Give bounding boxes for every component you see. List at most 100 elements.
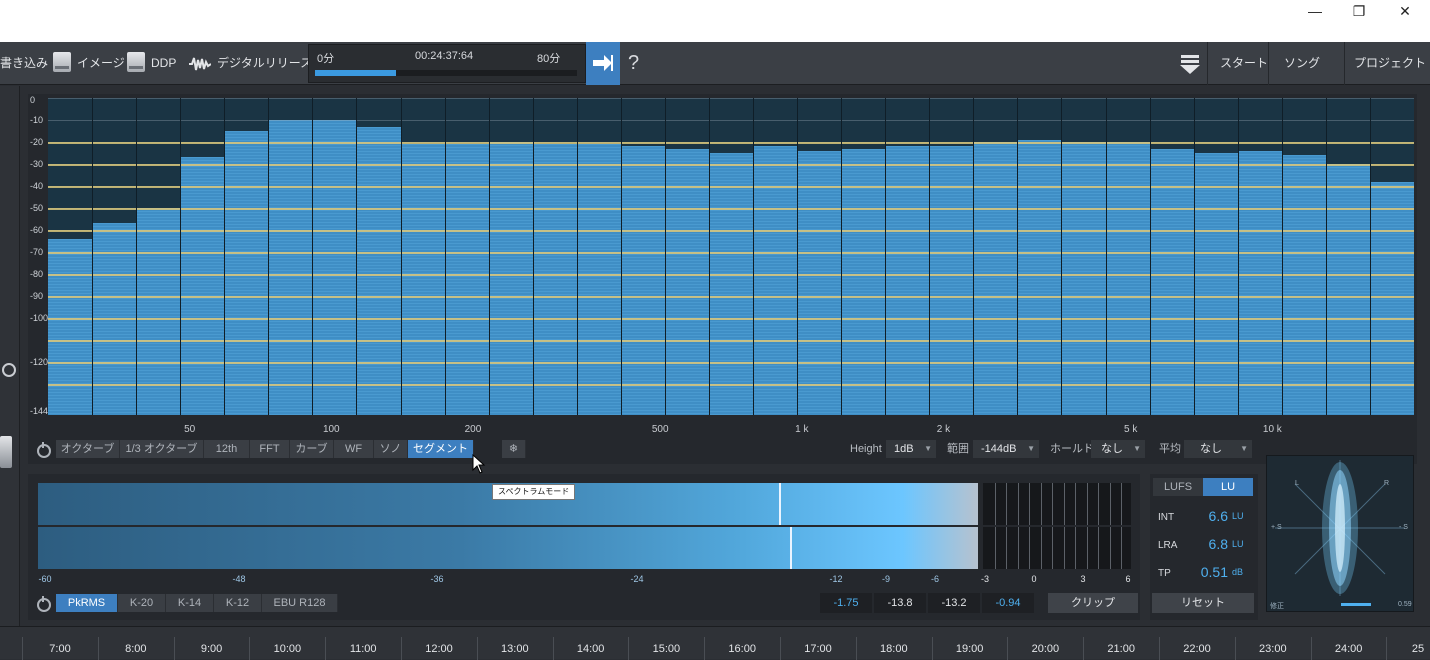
average-select[interactable]: なし	[1184, 440, 1252, 458]
meter-headroom-tick	[1017, 527, 1019, 569]
spectrum-mode-button[interactable]: ソノ	[374, 440, 408, 458]
tab-lufs[interactable]: LUFS	[1153, 478, 1203, 496]
spectrum-x-label: 50	[184, 424, 196, 435]
spectrum-y-label: 0	[30, 95, 36, 105]
spectrum-mode-button[interactable]: カーブ	[290, 440, 334, 458]
spectrum-mode-button[interactable]: オクターブ	[56, 440, 120, 458]
project-button[interactable]: プロジェクト▼	[1354, 42, 1430, 85]
meter-scale-label: -36	[430, 574, 444, 584]
clip-button[interactable]: クリップ	[1048, 593, 1138, 613]
meter-headroom-tick	[1040, 527, 1042, 569]
digital-release-label: デジタルリリース	[217, 56, 313, 70]
spectrum-bar	[1193, 153, 1238, 415]
average-label: 平均	[1159, 443, 1181, 455]
meter-mode-button[interactable]: EBU R128	[262, 594, 338, 612]
burn-button[interactable]: 書き込み	[0, 42, 48, 85]
spectrum-x-label: 200	[464, 424, 482, 435]
download-button[interactable]	[1178, 42, 1208, 85]
spectrum-gridline	[48, 98, 1414, 99]
timeline-tick	[97, 637, 99, 660]
spectrum-bar	[1369, 181, 1414, 415]
spectrum-mode-bar: オクターブ 1/3 オクターブ 12th FFT カーブ WF ソノ セグメント ❄ Heig…	[28, 438, 1417, 460]
timeline-tick	[1083, 637, 1085, 660]
meter-headroom-tick	[1052, 527, 1053, 569]
tp-value: 0.51	[1200, 564, 1228, 580]
minimize-button[interactable]: —	[1292, 0, 1338, 24]
timeline-tick	[552, 637, 554, 660]
reset-button[interactable]: リセット	[1152, 593, 1254, 613]
tp-unit: dB	[1232, 567, 1244, 577]
meter-headroom-tick	[1098, 483, 1099, 525]
fader-handle[interactable]	[0, 436, 12, 468]
spectrum-bar	[841, 148, 886, 415]
left-scroll-strip[interactable]	[0, 86, 20, 626]
int-label: INT	[1158, 512, 1175, 523]
spectrum-mode-button[interactable]: セグメント	[408, 440, 474, 458]
image-button[interactable]: イメージ	[53, 42, 125, 85]
phase-scope: L R + S - S 修正 0.59	[1266, 455, 1414, 612]
spectrum-band-separator	[1017, 98, 1019, 415]
clock-icon[interactable]	[2, 363, 16, 377]
spectrum-reference-line	[48, 164, 1414, 167]
timeline-ruler[interactable]: 7:00 8:00 9:00 10:00 11:00 12:00 13:00 14:00 15:…	[0, 626, 1430, 660]
spectrum-x-label: 5 k	[1124, 424, 1138, 435]
snowflake-icon[interactable]: ❄	[502, 440, 526, 458]
timeline-tick	[173, 637, 175, 660]
song-button[interactable]: ソング	[1284, 42, 1320, 85]
scope-r-label: R	[1384, 480, 1390, 487]
tab-lu[interactable]: LU	[1203, 478, 1253, 496]
title-bar: — ❐ ✕	[0, 0, 1430, 42]
meter-mode-button[interactable]: K-12	[214, 594, 262, 612]
spectrum-mode-button[interactable]: FFT	[250, 440, 290, 458]
spectrum-band-separator	[268, 98, 270, 415]
timeline-label: 20:00	[1031, 643, 1060, 655]
timeline-tick	[22, 637, 23, 660]
ddp-button[interactable]: DDP	[127, 42, 176, 85]
loudness-panel: LUFS LU INT 6.6 LU LRA 6.8 LU TP 0.51 dB…	[1150, 474, 1258, 620]
range-select[interactable]: -144dB	[973, 440, 1039, 458]
spectrum-mode-button[interactable]: 12th	[204, 440, 250, 458]
transport-end-label: 80分	[537, 53, 561, 65]
goniometer-display	[1275, 460, 1405, 606]
meter-headroom-tick	[1006, 527, 1007, 569]
export-button[interactable]	[586, 42, 620, 85]
meter-mode-button[interactable]: PkRMS	[56, 594, 118, 612]
close-button[interactable]: ✕	[1382, 0, 1428, 24]
meter-mode-button[interactable]: K-14	[166, 594, 214, 612]
hold-select[interactable]: なし	[1091, 440, 1145, 458]
digital-release-button[interactable]: デジタルリリース	[189, 42, 312, 85]
scope-plus-s-label: + S	[1271, 524, 1282, 531]
transport-display: 0分 00:24:37:64 80分	[308, 44, 586, 83]
spectrum-band-separator	[312, 98, 314, 415]
meter-scale-label: -3	[980, 574, 990, 584]
spectrum-band-separator	[929, 98, 931, 415]
spectrum-band-separator	[576, 98, 578, 415]
spectrum-mode-button[interactable]: WF	[334, 440, 374, 458]
spectrum-bar	[180, 157, 225, 415]
spectrum-band-separator	[136, 98, 138, 415]
help-button[interactable]: ?	[628, 42, 648, 85]
level-meter-panel: -60 -48 -36 -24 -12 -9 -6 -3 0 3 6 PkRMS K-20 K-14 K-…	[28, 474, 1140, 620]
timeline-tick	[628, 637, 630, 660]
maximize-button[interactable]: ❐	[1336, 0, 1382, 24]
timeline-label: 7:00	[49, 643, 71, 655]
timeline-label: 14:00	[576, 643, 605, 655]
start-button[interactable]: スタート	[1220, 42, 1268, 85]
meter-power-icon[interactable]	[37, 596, 51, 612]
spectrum-power-icon[interactable]	[37, 442, 51, 458]
meter-scale-label: -60	[38, 574, 52, 584]
meter-headroom-tick	[1006, 483, 1007, 525]
spectrum-reference-line	[48, 274, 1414, 277]
meter-headroom-tick	[1109, 483, 1111, 525]
spectrum-mode-button[interactable]: 1/3 オクターブ	[120, 440, 204, 458]
spectrum-y-label: -50	[30, 203, 44, 214]
readout-rms-left: -13.8	[874, 593, 926, 613]
meter-mode-button[interactable]: K-20	[118, 594, 166, 612]
height-select[interactable]: 1dB	[886, 440, 936, 458]
meter-headroom-tick	[1052, 483, 1053, 525]
scope-minus-s-label: - S	[1399, 524, 1408, 531]
spectrum-band-separator	[1369, 98, 1371, 415]
spectrum-analyzer[interactable]	[48, 98, 1414, 415]
spectrum-band-separator	[180, 98, 182, 415]
spectrum-bar	[664, 148, 709, 415]
